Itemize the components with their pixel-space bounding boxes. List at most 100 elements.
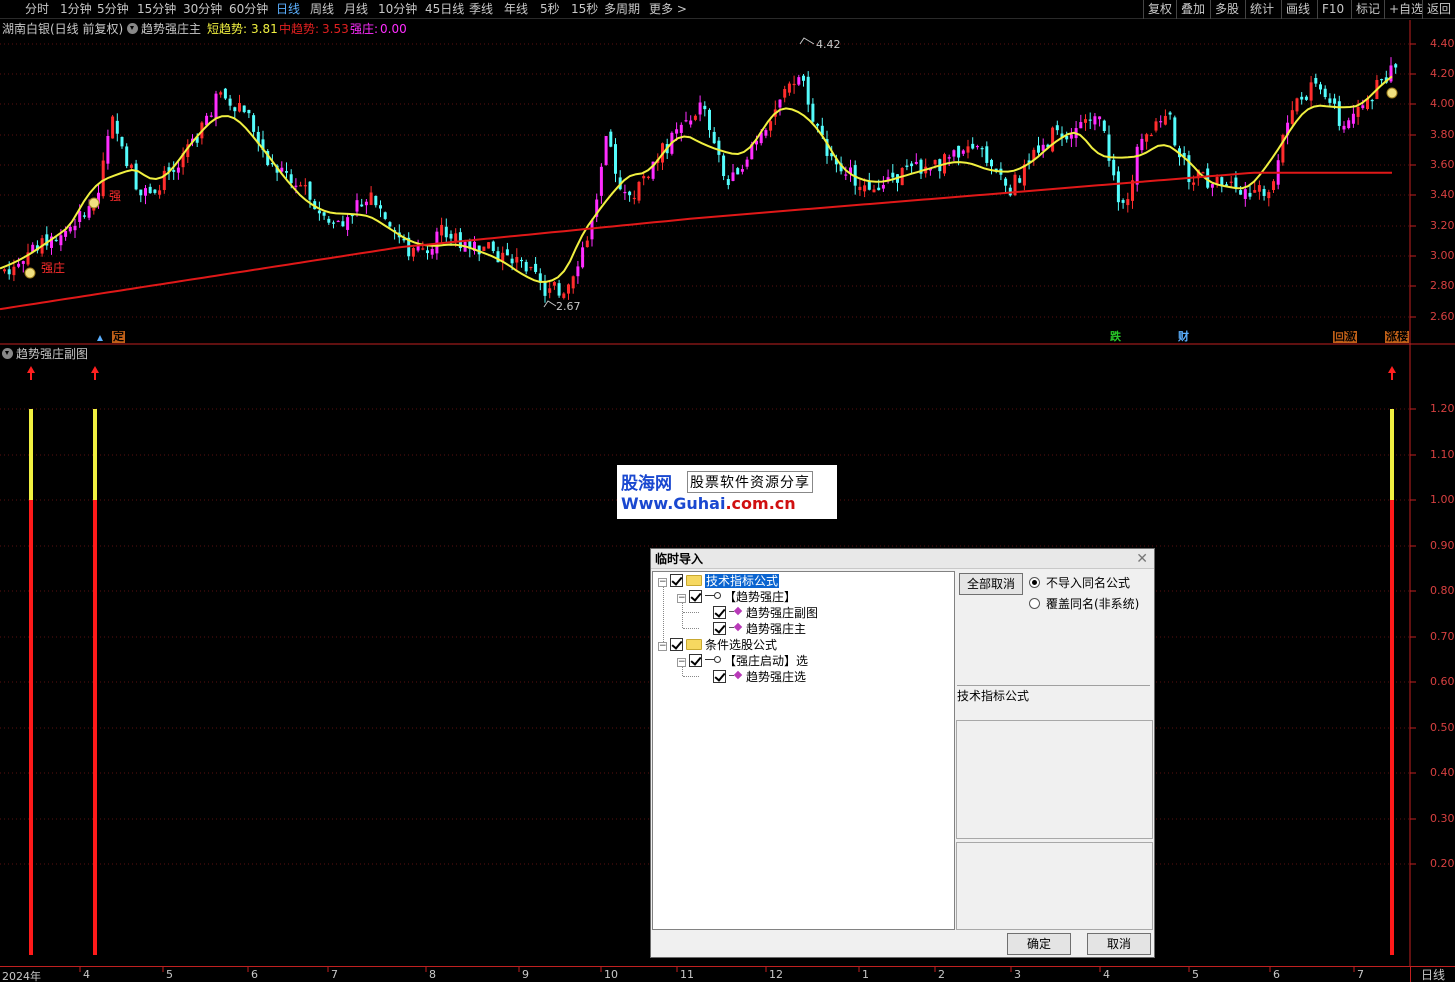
date-tick: 6	[251, 968, 258, 981]
y-tick: 4.40	[1430, 37, 1455, 50]
tree-node-main-chart[interactable]: 趋势强庄主	[710, 621, 806, 637]
candle-body	[1342, 125, 1346, 130]
event-marker-limitup[interactable]: 涨楼	[1385, 331, 1409, 343]
candle-body	[1290, 110, 1294, 124]
candle-body	[87, 206, 91, 218]
collapse-icon[interactable]: −	[658, 642, 667, 651]
event-marker-fixed[interactable]: 定	[112, 331, 125, 343]
ok-button[interactable]: 确定	[1007, 933, 1071, 955]
candle-body	[233, 107, 237, 112]
collapse-icon[interactable]: −	[658, 578, 667, 587]
candle-body	[1309, 82, 1313, 101]
radio-overwrite[interactable]: 覆盖同名(非系统)	[1029, 596, 1139, 612]
candle-body	[689, 120, 693, 125]
y-tick: 1.00	[1430, 493, 1455, 506]
signal-strong-1: 强庄	[41, 261, 66, 275]
candle-body	[529, 266, 533, 269]
candle-body	[599, 166, 603, 196]
candle-body	[966, 146, 970, 153]
detail-panel	[956, 842, 1153, 930]
event-marker-finance[interactable]: 财	[1177, 331, 1190, 343]
candle-body	[1243, 189, 1247, 199]
candle-body	[905, 165, 909, 167]
cancel-all-button[interactable]: 全部取消	[959, 573, 1023, 595]
key-icon	[705, 591, 721, 601]
candle-body	[247, 109, 251, 114]
candle-body	[745, 159, 749, 167]
candle-body	[557, 283, 561, 296]
candle-body	[1201, 172, 1205, 174]
radio-no-import[interactable]: 不导入同名公式	[1029, 575, 1130, 591]
candle-body	[444, 226, 448, 238]
event-marker-fall[interactable]: 跌	[1109, 331, 1122, 343]
checkbox[interactable]	[689, 654, 702, 667]
candle-body	[172, 170, 176, 172]
watermark-banner: 股海网 股票软件资源分享 Www.Guhai.com.cn	[617, 465, 837, 519]
cancel-button[interactable]: 取消	[1087, 933, 1151, 955]
candle-body	[637, 181, 641, 201]
checkbox[interactable]	[713, 606, 726, 619]
checkbox[interactable]	[670, 574, 683, 587]
candle-body	[1272, 181, 1275, 191]
formula-tree[interactable]: − 技术指标公式 − 【趋势强庄】 趋势强庄副图 趋势强庄主 − 条件选股公式 − 【强…	[652, 571, 955, 930]
radio-icon[interactable]	[1029, 577, 1040, 588]
sub-chart-title[interactable]: 趋势强庄副图	[2, 345, 88, 362]
up-arrow-icon	[91, 366, 99, 373]
candle-body	[623, 191, 627, 194]
candle-body	[806, 76, 810, 105]
checkbox[interactable]	[689, 590, 702, 603]
candle-body	[933, 160, 937, 165]
candle-body	[1295, 98, 1299, 112]
candle-body	[1347, 120, 1351, 129]
candle-body	[426, 250, 429, 254]
tree-node-tech-formula[interactable]: − 技术指标公式	[658, 573, 780, 589]
checkbox[interactable]	[670, 638, 683, 651]
candle-body	[64, 230, 68, 237]
event-marker-pullback[interactable]: 回激	[1333, 331, 1357, 343]
tree-node-stock-screen[interactable]: − 条件选股公式	[658, 637, 777, 653]
candle-body	[374, 195, 378, 206]
candle-body	[364, 201, 368, 206]
checkbox[interactable]	[713, 670, 726, 683]
tree-node-strong-start[interactable]: − 【强庄启动】选	[677, 653, 808, 669]
candle-body	[717, 140, 721, 155]
radio-icon[interactable]	[1029, 598, 1040, 609]
period-indicator[interactable]: 日线	[1410, 966, 1455, 982]
candle-body	[609, 131, 613, 147]
tree-node-sub-chart[interactable]: 趋势强庄副图	[710, 605, 818, 621]
candle-body	[346, 217, 350, 230]
candle-body	[632, 197, 636, 200]
money-bag-icon	[1386, 87, 1398, 99]
candle-body	[82, 215, 86, 217]
date-tick: 11	[680, 968, 694, 981]
y-tick: 3.20	[1430, 219, 1455, 232]
candle-body	[134, 163, 138, 190]
high-price-marker: 4.42	[816, 38, 841, 51]
candle-body	[17, 263, 21, 267]
candle-body	[534, 263, 538, 272]
candle-body	[115, 120, 119, 134]
candle-body	[722, 155, 726, 177]
collapse-icon[interactable]: −	[677, 594, 686, 603]
candle-body	[1018, 178, 1022, 183]
candle-body	[223, 88, 227, 99]
candle-body	[449, 233, 453, 239]
candle-body	[214, 93, 218, 119]
collapse-icon[interactable]: −	[677, 658, 686, 667]
close-icon[interactable]: ✕	[1136, 550, 1148, 568]
checkbox[interactable]	[713, 622, 726, 635]
candle-body	[289, 174, 293, 184]
candle-body	[604, 135, 608, 165]
candle-body	[144, 188, 147, 196]
candle-body	[1262, 189, 1266, 196]
tree-node-screen-formula[interactable]: 趋势强庄选	[710, 669, 806, 685]
y-tick: 0.40	[1430, 766, 1455, 779]
candle-body	[1102, 120, 1106, 132]
folder-icon	[686, 639, 702, 650]
tree-node-trend-group[interactable]: − 【趋势强庄】	[677, 589, 796, 605]
candle-body	[421, 248, 425, 250]
candle-body	[106, 135, 110, 164]
candle-body	[322, 212, 326, 216]
candle-body	[332, 222, 335, 224]
candle-body	[543, 282, 547, 296]
